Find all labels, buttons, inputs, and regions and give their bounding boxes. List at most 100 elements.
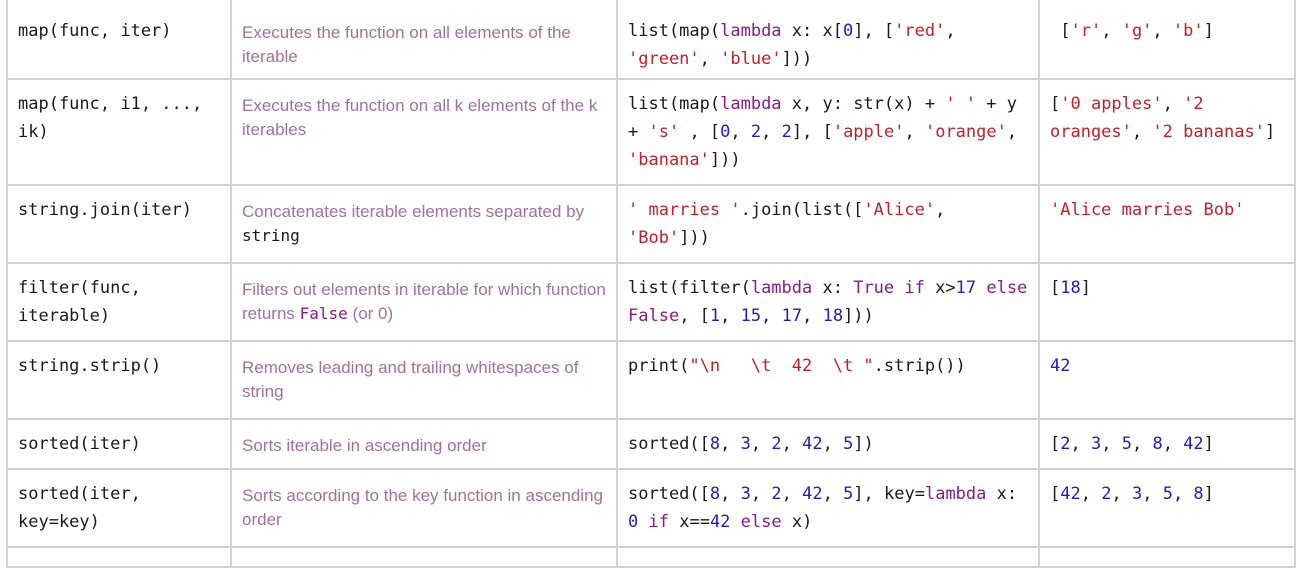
result-cell: ['r', 'g', 'b'] [1038, 0, 1296, 80]
number-token: 2 [1101, 484, 1112, 504]
code-token: , [1080, 484, 1102, 504]
description-cell: Filters out elements in iterable for whi… [230, 262, 618, 342]
function-signature: string.strip() [18, 356, 162, 376]
code-token: , [720, 306, 741, 326]
function-cell: sorted(iter, key=key) [6, 468, 232, 548]
number-token: 3 [1090, 434, 1102, 454]
description-cell: Concatenates iterable elements separated… [230, 184, 618, 264]
code-token: ] [1203, 21, 1214, 41]
number-token: 2 [781, 122, 792, 142]
code-token: ])) [679, 228, 710, 248]
code-token: ])) [843, 306, 874, 326]
string-token: 'r' [1070, 21, 1102, 41]
function-cell: string.strip() [6, 340, 232, 420]
code-token: [ [1050, 278, 1061, 298]
code-example: ' marries '.join(list(['Alice', 'Bob'])) [628, 196, 1028, 252]
keyword-token: if [904, 278, 925, 298]
description-text: Removes leading and trailing whitespaces… [242, 358, 579, 401]
example-result: ['0 apples', '2 oranges', '2 bananas'] [1050, 90, 1284, 146]
string-token: 's' [648, 122, 680, 142]
number-token: 15 [740, 306, 762, 326]
code-token: , [761, 122, 782, 142]
code-token: ], key= [853, 484, 925, 504]
code-token: , [1070, 434, 1091, 454]
description-text: Executes the function on all elements of… [242, 23, 571, 66]
number-token: 2 [1060, 434, 1071, 454]
number-token: 42 [802, 484, 823, 504]
result-cell: [2, 3, 5, 8, 42] [1038, 418, 1296, 470]
python-functions-cheatsheet-table: map(func, iter) Executes the function on… [6, 0, 1296, 568]
table-row: string.strip() Removes leading and trail… [6, 340, 1296, 420]
number-token: 42 [709, 512, 731, 532]
string-token: 'blue' [720, 49, 782, 69]
description-cell: Sorts according to the key function in a… [230, 468, 618, 548]
code-token: , [781, 484, 803, 504]
keyword-token: if [648, 512, 669, 532]
code-token: , [1142, 484, 1163, 504]
code-token: ]) [853, 434, 874, 454]
example-cell: print("\n \t 42 \t ".strip()) [616, 340, 1040, 420]
description-cell: Removes leading and trailing whitespaces… [230, 340, 618, 420]
keyword-token: else [740, 512, 782, 532]
string-token: 'Alice marries Bob' [1050, 200, 1245, 220]
function-signature: filter(func, iterable) [18, 278, 152, 326]
description-text: Sorts iterable in ascending order [242, 436, 487, 455]
function-description: Concatenates iterable elements separated… [242, 200, 606, 248]
description-cell: Executes the function on all k elements … [230, 78, 618, 186]
code-token: x> [924, 278, 956, 298]
code-token: , [1131, 434, 1153, 454]
description-text: Concatenates iterable elements separated… [242, 202, 585, 221]
example-cell [616, 546, 1040, 568]
table-body: map(func, iter) Executes the function on… [6, 0, 1296, 568]
code-token: [ [1050, 434, 1061, 454]
code-token: , [ [679, 122, 721, 142]
code-token: .join(list([ [740, 200, 864, 220]
number-token: 42 [802, 434, 823, 454]
keyword-token: lambda [720, 21, 782, 41]
number-token: 5 [1121, 434, 1132, 454]
code-token: , [1006, 122, 1028, 142]
description-text: Executes the function on all k elements … [242, 96, 598, 139]
description-cell [230, 546, 618, 568]
code-token: ] [1080, 278, 1091, 298]
code-token: x: x[ [781, 21, 843, 41]
code-token: ] [1203, 434, 1214, 454]
table-row-partial [6, 546, 1296, 568]
example-cell: ' marries '.join(list(['Alice', 'Bob'])) [616, 184, 1040, 264]
description-text: (or 0) [347, 304, 394, 323]
example-result: [18] [1050, 274, 1284, 302]
number-token: 18 [822, 306, 844, 326]
string-token: 'red' [894, 21, 946, 41]
code-example: sorted([8, 3, 2, 42, 5], key=lambda x: 0… [628, 480, 1028, 536]
code-token: , [1101, 21, 1122, 41]
code-token: list(filter( [628, 278, 751, 298]
function-cell: map(func, iter) [6, 0, 232, 80]
number-token: 18 [1060, 278, 1081, 298]
code-token: , [730, 122, 751, 142]
table-row: filter(func, iterable) Filters out eleme… [6, 262, 1296, 342]
code-token: ])) [709, 150, 741, 170]
example-cell: sorted([8, 3, 2, 42, 5], key=lambda x: 0… [616, 468, 1040, 548]
function-signature: string.join(iter) [18, 200, 192, 220]
code-token: , [720, 434, 741, 454]
function-cell: filter(func, iterable) [6, 262, 232, 342]
string-token: 'Bob' [628, 228, 680, 248]
code-token: , [945, 21, 966, 41]
table-row: string.join(iter) Concatenates iterable … [6, 184, 1296, 264]
code-token: .strip()) [873, 356, 966, 376]
example-result: 'Alice marries Bob' [1050, 196, 1284, 224]
code-token: , [ [679, 306, 710, 326]
result-cell: 'Alice marries Bob' [1038, 184, 1296, 264]
number-token: 42 [1183, 434, 1204, 454]
code-token: , [750, 484, 772, 504]
string-token: 'green' [628, 49, 700, 69]
function-cell: sorted(iter) [6, 418, 232, 470]
keyword-token: False [628, 306, 680, 326]
function-description: Sorts according to the key function in a… [242, 484, 606, 532]
table-row: sorted(iter, key=key) Sorts according to… [6, 468, 1296, 548]
function-signature: sorted(iter, key=key) [18, 484, 152, 532]
string-token: 'orange' [924, 122, 1007, 142]
function-signature: map(func, i1, ..., ik) [18, 94, 213, 142]
code-token: , [699, 49, 721, 69]
